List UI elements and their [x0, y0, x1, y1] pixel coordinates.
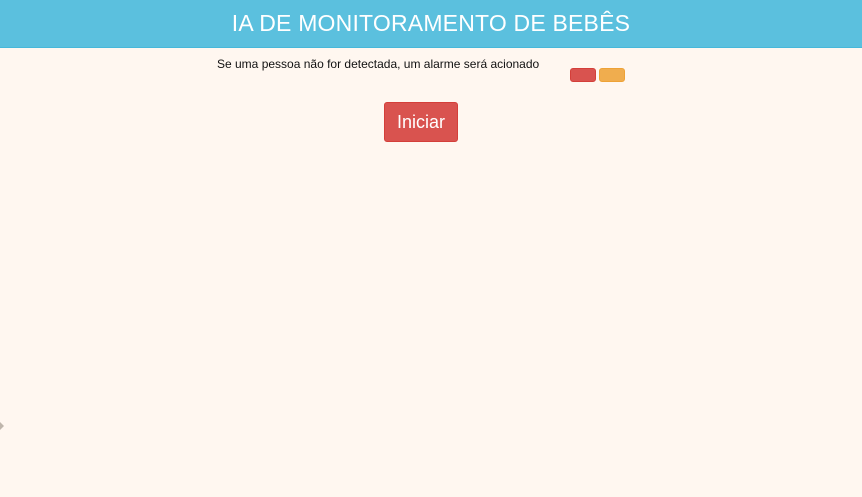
start-button[interactable]: Iniciar — [384, 102, 458, 142]
alarm-red-button[interactable] — [570, 68, 596, 82]
app-header: IA DE MONITORAMENTO DE BEBÊS — [0, 0, 862, 48]
alarm-info-row: Se uma pessoa não for detectada, um alar… — [0, 56, 862, 84]
edge-arrow-icon — [0, 422, 4, 430]
alarm-description-text: Se uma pessoa não for detectada, um alar… — [217, 57, 540, 71]
alarm-orange-button[interactable] — [599, 68, 625, 82]
page-title: IA DE MONITORAMENTO DE BEBÊS — [231, 10, 631, 36]
